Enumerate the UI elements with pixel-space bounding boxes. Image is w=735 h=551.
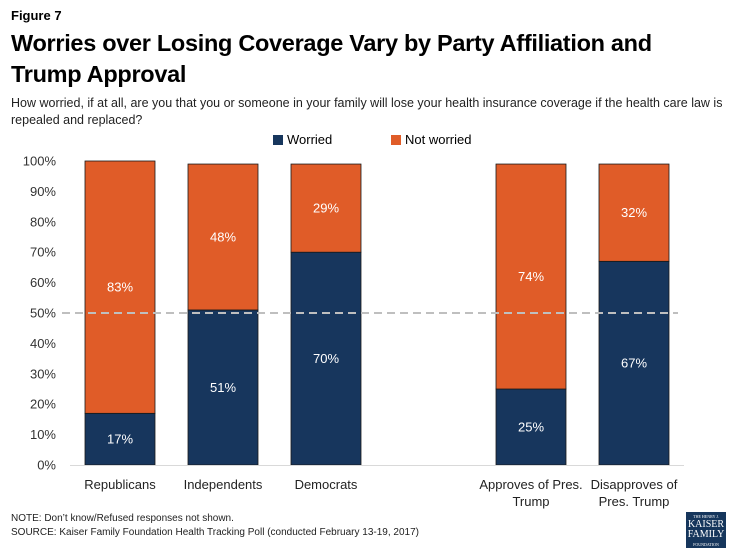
data-label: 83% (107, 280, 133, 295)
data-label: 48% (210, 230, 236, 245)
data-label: 17% (107, 432, 133, 447)
x-axis: Republicans Independents Democrats Approves… (70, 465, 684, 509)
data-label: 29% (313, 201, 339, 216)
x-tick-label: Approves of Pres. (479, 477, 582, 492)
x-tick-label: Trump (512, 494, 549, 509)
source-text: SOURCE: Kaiser Family Foundation Health … (11, 527, 419, 538)
y-tick-label: 30% (30, 366, 56, 381)
data-label: 32% (621, 205, 647, 220)
y-tick-label: 20% (30, 397, 56, 412)
y-tick-label: 0% (37, 458, 56, 473)
data-label: 74% (518, 269, 544, 284)
x-tick-label: Democrats (295, 477, 358, 492)
y-tick-label: 100% (23, 154, 57, 169)
data-label: 51% (210, 380, 236, 395)
y-tick-label: 60% (30, 275, 56, 290)
x-tick-label: Pres. Trump (599, 494, 670, 509)
y-tick-label: 70% (30, 245, 56, 260)
logo-line3: FAMILY (687, 529, 725, 540)
x-tick-label: Disapproves of (591, 477, 678, 492)
data-label: 67% (621, 356, 647, 371)
y-tick-label: 10% (30, 427, 56, 442)
x-tick-label: Independents (184, 477, 263, 492)
y-tick-label: 80% (30, 214, 56, 229)
footnote: NOTE: Don’t know/Refused responses not s… (11, 512, 419, 540)
y-tick-label: 90% (30, 184, 56, 199)
data-label: 70% (313, 351, 339, 366)
logo-line4: FOUNDATION (693, 542, 719, 547)
y-tick-label: 50% (30, 306, 56, 321)
y-axis: 0% 10% 20% 30% 40% 50% 60% 70% 80% 90% 100% (23, 154, 57, 473)
y-tick-label: 40% (30, 336, 56, 351)
chart-plot: 0% 10% 20% 30% 40% 50% 60% 70% 80% 90% 100% 17% 83%… (23, 154, 684, 509)
data-label: 25% (518, 420, 544, 435)
note-text: NOTE: Don’t know/Refused responses not s… (11, 513, 234, 524)
x-tick-label: Republicans (84, 477, 156, 492)
kff-logo: THE HENRY J. KAISER FAMILY FOUNDATION (686, 512, 726, 548)
